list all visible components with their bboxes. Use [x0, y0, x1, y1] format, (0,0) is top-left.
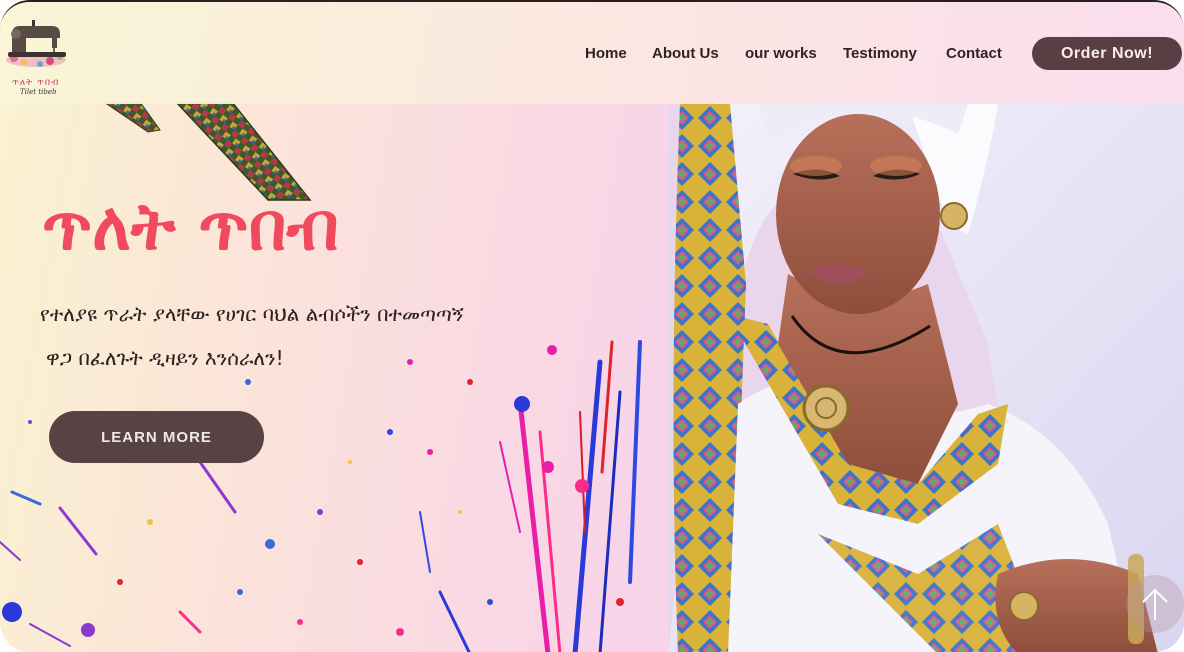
hero-description-line-2: ዋጋ በፈለጉት ዲዛይን እንሰራለን!	[46, 346, 284, 370]
nav-contact[interactable]: Contact	[946, 45, 1002, 62]
site-logo[interactable]: ጥለት ጥበብ Tilet tibeb	[2, 12, 72, 96]
hero-description-line-1: የተለያዩ ጥራት ያላቸው የሀገር ባህል ልብሶችን በተመጣጣኝ	[40, 302, 464, 326]
nav-home[interactable]: Home	[585, 45, 627, 62]
order-now-button[interactable]: Order Now!	[1032, 37, 1182, 70]
arrow-up-icon	[1142, 588, 1168, 620]
nav-testimony[interactable]: Testimony	[843, 45, 917, 62]
page-frame: ጥለት ጥበብ Tilet tibeb Home About Us our wo…	[0, 0, 1184, 652]
logo-text: ጥለት ጥበብ	[12, 78, 60, 88]
scroll-top-button[interactable]	[1126, 575, 1184, 633]
learn-more-button[interactable]: LEARN MORE	[49, 411, 264, 463]
hero-description: የተለያዩ ጥራት ያላቸው የሀገር ባህል ልብሶችን በተመጣጣኝ ዋጋ …	[40, 292, 600, 380]
decorative-ribbon	[103, 102, 312, 201]
paint-splash	[0, 340, 642, 652]
sewing-machine-icon	[6, 20, 66, 67]
logo-subtext: Tilet tibeb	[20, 88, 57, 96]
hero-model-image	[668, 104, 1184, 652]
nav-about-us[interactable]: About Us	[652, 45, 719, 62]
hero-title: ጥለት ጥበብ	[42, 188, 339, 265]
site-header: ጥለት ጥበብ Tilet tibeb Home About Us our wo…	[0, 2, 1184, 104]
nav-our-works[interactable]: our works	[745, 45, 817, 62]
